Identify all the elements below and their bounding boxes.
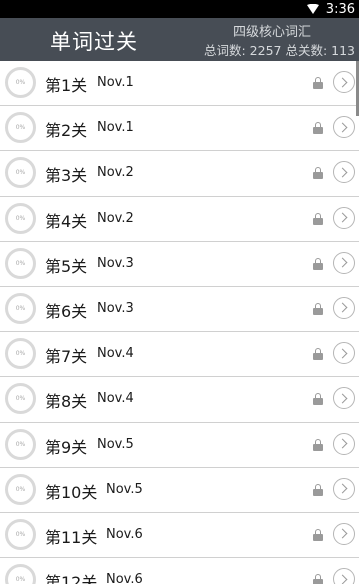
lock-icon [313,212,323,225]
lock-icon [313,122,323,135]
lock-icon [313,167,323,180]
progress-label: 0% [15,395,26,403]
level-date: Nov.2 [97,165,134,181]
progress-label: 0% [15,350,26,358]
progress-label: 0% [15,485,26,493]
progress-circle: 0% [5,518,36,550]
lock-icon [313,483,323,496]
level-date: Nov.6 [106,572,143,584]
level-name: 第3关 [45,166,88,186]
progress-circle: 0% [5,112,36,144]
lock-icon [313,257,323,270]
progress-circle: 0% [5,383,36,415]
level-name: 第5关 [45,256,88,276]
chevron-right-icon[interactable] [333,116,355,139]
chevron-right-icon[interactable] [333,432,355,455]
lock-icon [313,348,323,361]
lock-icon [313,302,323,315]
level-date: Nov.5 [97,436,134,452]
level-date: Nov.1 [97,120,134,136]
level-row[interactable]: 0% 第8关 Nov.4 [0,377,359,423]
chevron-right-icon[interactable] [333,387,355,410]
progress-label: 0% [15,530,26,538]
status-time: 3:36 [325,1,355,17]
level-name: 第12关 [45,573,98,584]
chevron-right-icon[interactable] [333,342,355,365]
level-row[interactable]: 0% 第3关 Nov.2 [0,151,359,197]
progress-label: 0% [15,214,26,222]
level-row[interactable]: 0% 第12关 Nov.6 [0,558,359,584]
lock-icon [313,438,323,451]
level-row[interactable]: 0% 第5关 Nov.3 [0,241,359,287]
level-name: 第2关 [45,121,88,141]
level-row[interactable]: 0% 第6关 Nov.3 [0,286,359,333]
progress-label: 0% [15,79,26,86]
header: 单词过关 四级核心词汇 总词数: 2257 总关数: 113 [0,18,359,61]
progress-label: 0% [15,440,26,448]
level-date: Nov.4 [97,391,134,407]
progress-circle: 0% [5,202,36,234]
level-name: 第10关 [45,482,98,502]
progress-circle: 0% [5,564,36,584]
progress-label: 0% [15,259,26,267]
lock-icon [313,77,323,89]
chevron-right-icon[interactable] [333,71,355,93]
level-name: 第7关 [45,347,88,367]
chevron-right-icon[interactable] [333,251,355,274]
progress-circle: 0% [5,67,36,98]
progress-label: 0% [15,576,26,584]
level-date: Nov.1 [97,75,134,90]
chevron-right-icon[interactable] [333,477,355,500]
level-row[interactable]: 0% 第10关 Nov.5 [0,467,359,513]
level-row[interactable]: 0% 第2关 Nov.1 [0,106,359,152]
level-row[interactable]: 0% 第9关 Nov.5 [0,422,359,468]
progress-label: 0% [15,124,26,132]
progress-circle: 0% [5,157,36,189]
status-bar: 3:36 [0,0,359,18]
progress-label: 0% [15,304,26,312]
level-row[interactable]: 0% 第4关 Nov.2 [0,196,359,242]
progress-circle: 0% [5,338,36,370]
progress-label: 0% [15,169,26,177]
level-row[interactable]: 0% 第7关 Nov.4 [0,332,359,378]
level-name: 第9关 [45,437,88,457]
lock-icon [313,574,323,584]
book-stats: 总词数: 2257 总关数: 113 [203,43,355,58]
level-name: 第6关 [45,301,88,321]
chevron-right-icon[interactable] [333,568,355,584]
level-date: Nov.3 [97,255,134,271]
level-name: 第1关 [45,76,88,95]
chevron-right-icon[interactable] [333,206,355,229]
level-name: 第11关 [45,527,98,547]
page-title: 单词过关 [50,30,138,54]
level-row[interactable]: 0% 第11关 Nov.6 [0,512,359,559]
level-row[interactable]: 0% 第1关 Nov.1 [0,61,359,107]
chevron-right-icon[interactable] [333,161,355,184]
book-name[interactable]: 四级核心词汇 [233,21,311,40]
chevron-right-icon[interactable] [333,296,355,319]
progress-circle: 0% [5,428,36,460]
progress-circle: 0% [5,292,36,324]
level-date: Nov.5 [106,481,143,497]
level-date: Nov.6 [106,526,143,542]
level-date: Nov.4 [97,346,134,362]
level-date: Nov.2 [97,210,134,226]
level-list[interactable]: 0% 第1关 Nov.1 0% 第2关 Nov.1 0% 第3关 Nov.2 0% 第4关 Nov.2… [0,61,359,584]
lock-icon [313,528,323,541]
chevron-right-icon[interactable] [333,522,355,545]
level-date: Nov.3 [97,300,134,316]
level-name: 第4关 [45,211,88,231]
level-name: 第8关 [45,392,88,412]
progress-circle: 0% [5,473,36,505]
wifi-icon [306,4,319,14]
progress-circle: 0% [5,247,36,279]
lock-icon [313,393,323,406]
